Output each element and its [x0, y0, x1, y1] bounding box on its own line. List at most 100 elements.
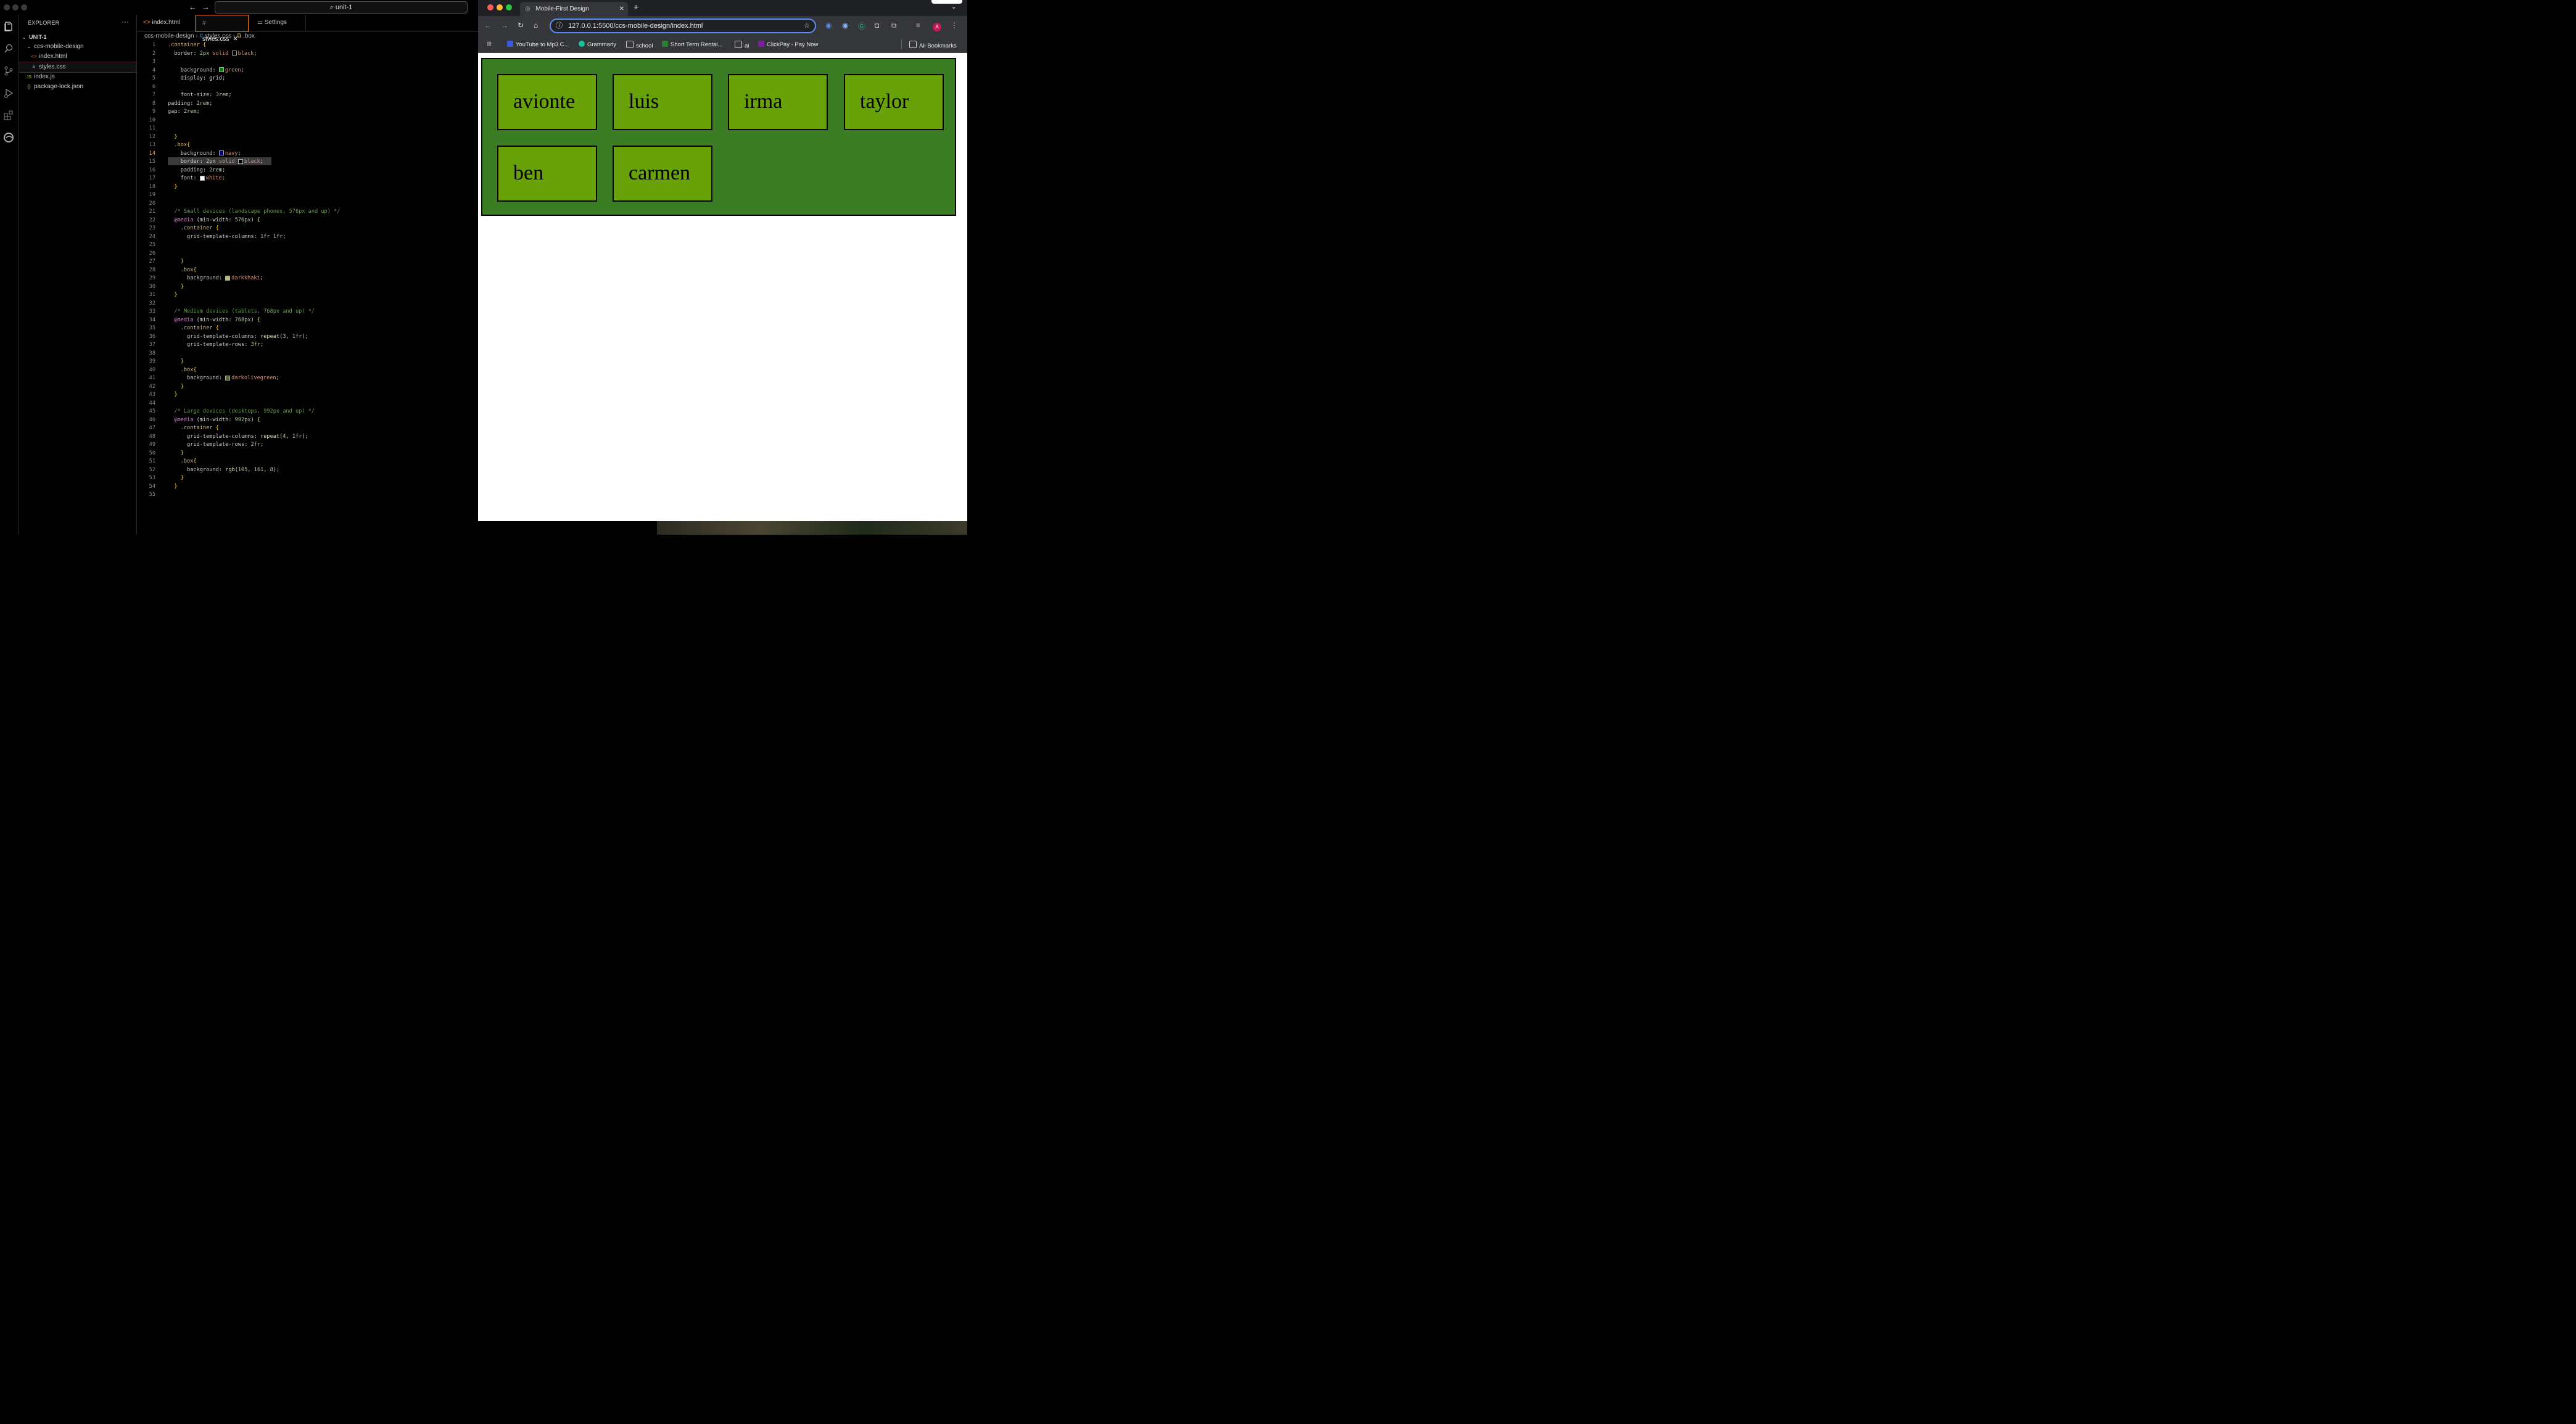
- code-line: .box{: [180, 458, 197, 464]
- breadcrumb-symbol[interactable]: .box: [243, 33, 255, 39]
- camera-icon[interactable]: ◘: [875, 21, 879, 30]
- star-icon[interactable]: ☆: [804, 20, 810, 32]
- back-arrow-icon[interactable]: ←: [189, 2, 197, 12]
- line-number: 16: [149, 167, 155, 173]
- extensions-puzzle-icon[interactable]: ⧉: [891, 21, 897, 30]
- bookmark-folder-ai[interactable]: ai: [735, 41, 749, 49]
- line-number: 26: [149, 250, 155, 257]
- bookmark-clickpay[interactable]: ClickPay - Pay Now: [758, 41, 818, 48]
- code-line: padding: 2rem;: [168, 100, 213, 107]
- line-number: 11: [149, 125, 155, 131]
- search-icon: ⌕: [329, 4, 336, 11]
- file-package-lock-json[interactable]: {} package-lock.json: [19, 82, 136, 92]
- workspace-root[interactable]: ⌄ UNIT-1: [19, 32, 136, 42]
- code-line: @media (min-width: 992px) {: [174, 416, 261, 423]
- source-control-icon[interactable]: [3, 65, 14, 76]
- folder-icon: [909, 41, 917, 48]
- grammarly-icon: [579, 41, 585, 47]
- box-avionte: avionte: [497, 74, 597, 130]
- minimize-window-button[interactable]: [497, 4, 503, 10]
- extension-icon-1[interactable]: ◉: [825, 21, 832, 30]
- all-bookmarks[interactable]: All Bookmarks: [909, 41, 957, 49]
- folder-ccs-mobile-design[interactable]: ⌄ ccs-mobile-design: [19, 42, 136, 52]
- maximize-window-button[interactable]: [21, 4, 27, 10]
- line-number: 44: [149, 400, 155, 406]
- tab-index-html[interactable]: <> index.html: [137, 15, 196, 31]
- globe-icon: ◎: [525, 6, 530, 12]
- line-number: 42: [149, 383, 155, 390]
- search-icon[interactable]: [3, 43, 14, 54]
- tab-styles-css[interactable]: # styles.css ✕: [196, 15, 249, 43]
- extension-icon-2[interactable]: ◉: [842, 21, 848, 30]
- chevron-down-icon[interactable]: ⌄: [951, 4, 956, 10]
- minimize-window-button[interactable]: [12, 4, 19, 10]
- line-number: 18: [149, 183, 155, 190]
- close-window-button[interactable]: [487, 4, 493, 10]
- code-line: .container {: [180, 225, 219, 231]
- close-icon[interactable]: ✕: [619, 2, 624, 16]
- bookmark-grammarly[interactable]: Grammarly: [579, 41, 616, 48]
- tab-settings[interactable]: ⚌ Settings: [251, 15, 306, 31]
- breadcrumb-folder[interactable]: ccs-mobile-design: [144, 33, 194, 39]
- code-line: }: [180, 475, 184, 481]
- bookmark-folder-school[interactable]: school: [626, 41, 653, 49]
- vscode-titlebar: ← → ⌕ unit-1: [0, 0, 478, 15]
- more-actions-icon[interactable]: ···: [122, 17, 129, 26]
- breadcrumb-file[interactable]: styles.css: [205, 33, 231, 39]
- line-number: 55: [149, 492, 155, 498]
- line-number: 21: [149, 208, 155, 215]
- reload-icon[interactable]: ↻: [518, 21, 524, 30]
- folder-icon: [735, 41, 742, 48]
- breadcrumb: ccs-mobile-design › # styles.css › ⧉ .bo…: [144, 33, 255, 39]
- grammarly-icon[interactable]: Ⓖ: [858, 21, 865, 31]
- browser-tab[interactable]: ◎ Mobile-First Design ✕: [520, 2, 628, 16]
- bookmark-favicon-icon: [758, 41, 764, 47]
- line-number: 38: [149, 350, 155, 356]
- files-icon[interactable]: [3, 21, 14, 32]
- edge-devtools-icon[interactable]: [3, 132, 14, 143]
- site-info-icon[interactable]: ⓘ: [556, 22, 563, 30]
- code-editor[interactable]: 1 .container {2 border: 2px solid black; 3…: [137, 41, 478, 535]
- explorer-panel: EXPLORER ··· ⌄ UNIT-1 ⌄ ccs-mobile-design …: [19, 15, 137, 535]
- forward-arrow-icon[interactable]: →: [202, 2, 210, 12]
- css-file-icon: #: [202, 20, 206, 27]
- code-line: background: navy;: [180, 150, 241, 157]
- avatar[interactable]: A: [933, 23, 941, 31]
- folder-icon: [626, 41, 634, 48]
- extensions-icon[interactable]: [3, 110, 14, 121]
- html-file-icon: <>: [31, 54, 37, 59]
- maximize-window-button[interactable]: [506, 4, 512, 10]
- code-line: .container {: [168, 42, 207, 48]
- new-tab-icon[interactable]: +: [634, 2, 638, 12]
- home-icon[interactable]: ⌂: [534, 21, 538, 30]
- code-line: border: 2px solid black;: [180, 158, 263, 165]
- back-arrow-icon[interactable]: ←: [484, 21, 492, 30]
- command-center[interactable]: ⌕ unit-1: [215, 1, 468, 14]
- bookmark-youtube-mp3[interactable]: YouTube to Mp3 C...: [507, 41, 569, 48]
- file-index-js[interactable]: JS index.js: [19, 72, 136, 82]
- file-index-html[interactable]: <> index.html: [19, 52, 136, 62]
- line-number: 13: [149, 142, 155, 148]
- line-number: 20: [149, 200, 155, 207]
- line-number: 5: [152, 75, 155, 81]
- apps-grid-icon[interactable]: ⊞: [487, 41, 492, 47]
- code-line: background: green;: [180, 67, 244, 73]
- css-file-icon: #: [32, 64, 36, 70]
- settings-icon: ⚌: [257, 19, 265, 26]
- line-number: 53: [149, 475, 155, 481]
- line-number: 51: [149, 458, 155, 464]
- code-line: }: [174, 483, 178, 490]
- reading-list-icon[interactable]: ≡: [916, 21, 920, 30]
- bookmark-short-term-rental[interactable]: Short Term Rental...: [662, 41, 722, 48]
- code-line: grid-template-columns: repeat(4, 1fr);: [187, 433, 308, 440]
- bookmark-favicon-icon: [507, 41, 513, 47]
- line-number: 46: [149, 416, 155, 423]
- close-window-button[interactable]: [4, 4, 10, 10]
- desktop-wallpaper: [657, 521, 967, 535]
- run-debug-icon[interactable]: [3, 88, 14, 99]
- forward-arrow-icon[interactable]: →: [501, 21, 508, 30]
- file-styles-css[interactable]: # styles.css: [19, 62, 136, 73]
- address-bar[interactable]: ⓘ 127.0.0.1:5500/ccs-mobile-design/index…: [550, 19, 816, 33]
- line-number: 19: [149, 192, 155, 198]
- more-menu-icon[interactable]: ⋮: [951, 21, 958, 30]
